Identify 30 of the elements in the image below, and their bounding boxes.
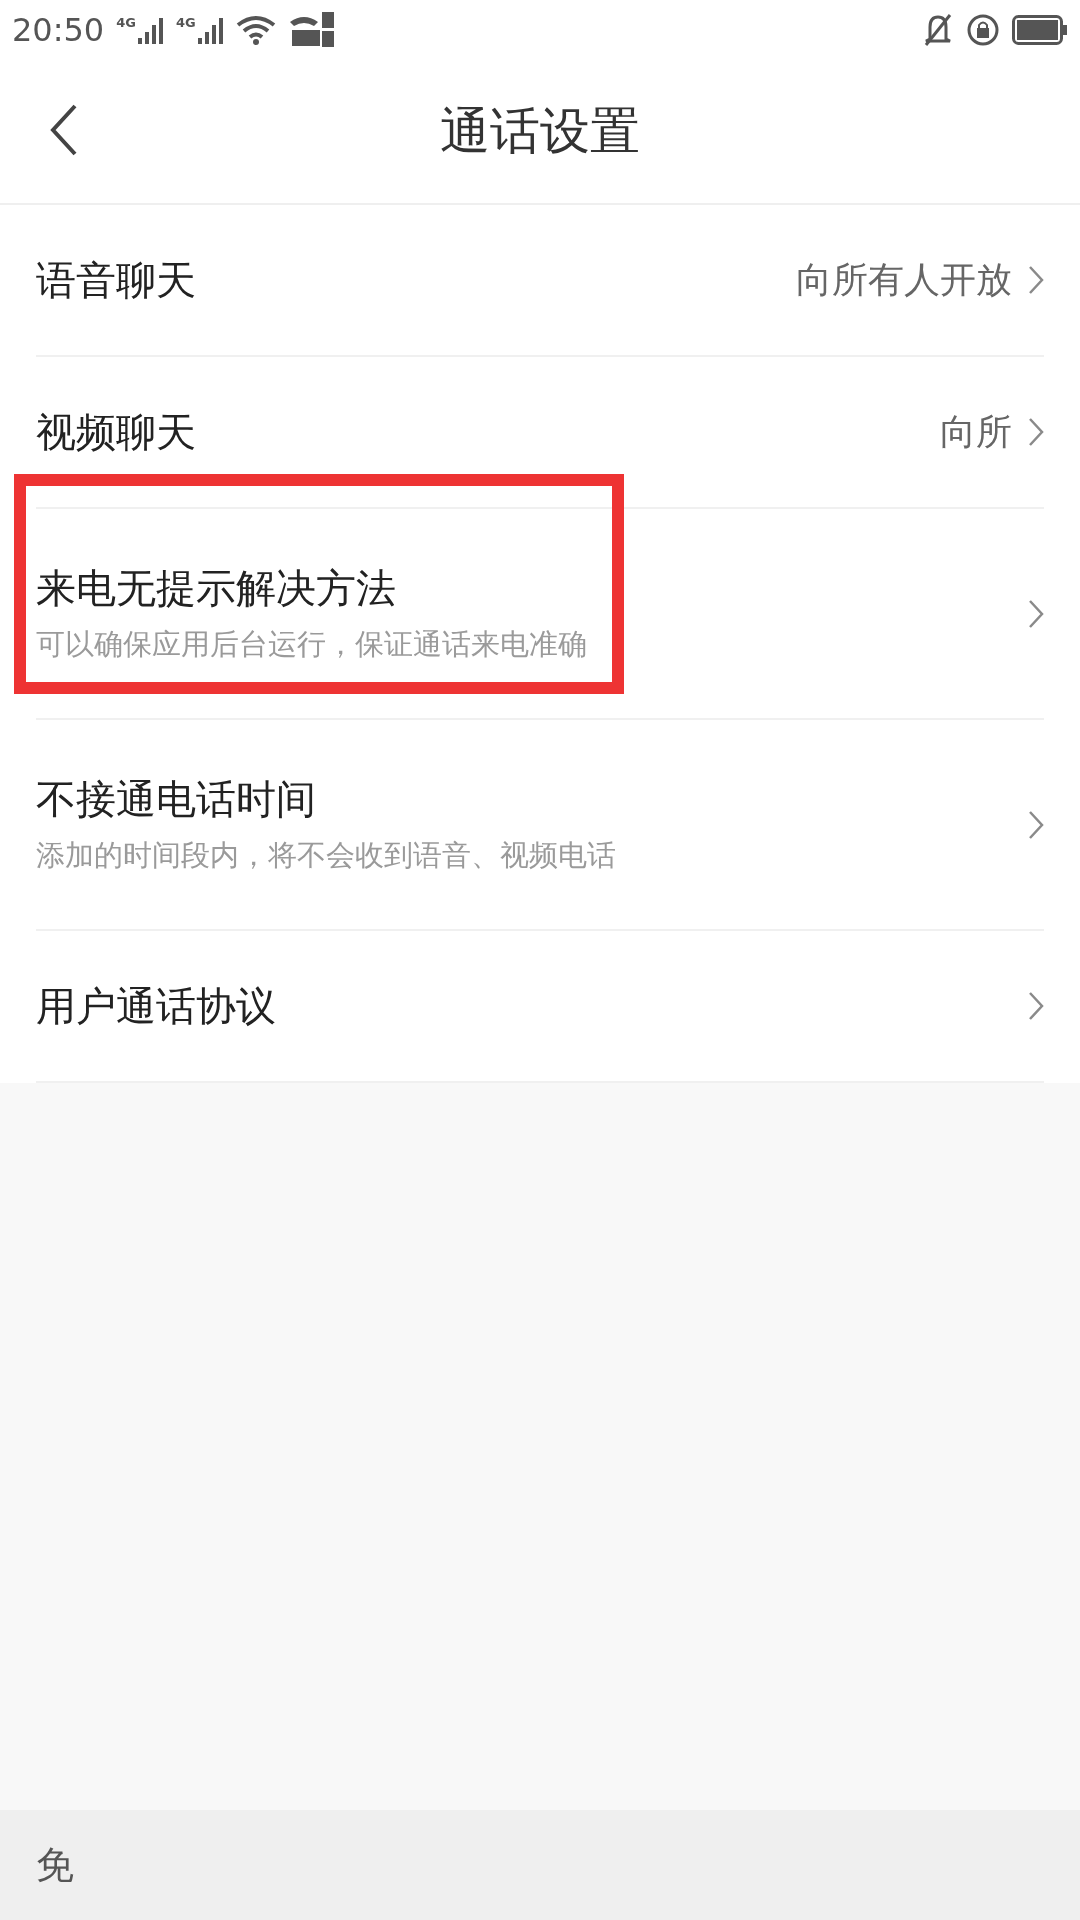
settings-row[interactable]: 不接通电话时间 添加的时间段内，将不会收到语音、视频电话: [36, 720, 1044, 931]
row-subtitle: 可以确保应用后台运行，保证通话来电准确: [36, 630, 587, 659]
row-subtitle: 添加的时间段内，将不会收到语音、视频电话: [36, 841, 616, 870]
row-title: 语音聊天: [36, 260, 196, 300]
bottom-bar-text: 免: [36, 1841, 74, 1889]
chevron-right-icon: [1028, 598, 1044, 629]
row-value: 向所有人开放: [796, 258, 1012, 302]
bell-muted-icon: [922, 13, 954, 47]
page-title: 通话设置: [440, 101, 640, 162]
battery-icon: [1012, 15, 1068, 45]
signal-icon: [137, 16, 164, 44]
status-time: 20:50: [12, 10, 105, 51]
chevron-right-icon: [1028, 417, 1044, 447]
network-label: 4G: [116, 16, 136, 29]
network-label: 4G: [175, 16, 196, 29]
chevron-right-icon: [1028, 265, 1044, 295]
settings-row[interactable]: 用户通话协议: [36, 931, 1044, 1083]
chevron-right-icon: [1028, 991, 1044, 1021]
row-title: 视频聊天: [36, 412, 196, 452]
wifi-icon: [235, 15, 276, 45]
row-title: 用户通话协议: [36, 986, 276, 1026]
signal-icon: [197, 16, 224, 44]
row-title: 不接通电话时间: [36, 779, 317, 819]
settings-row[interactable]: 视频聊天 向所: [36, 357, 1044, 509]
settings-row[interactable]: 来电无提示解决方法 可以确保应用后台运行，保证通话来电准确: [36, 509, 1044, 720]
row-title: 来电无提示解决方法: [36, 568, 397, 608]
settings-row[interactable]: 语音聊天 向所有人开放: [36, 205, 1044, 357]
rotation-lock-icon: [966, 13, 1000, 47]
chevron-right-icon: [1028, 809, 1044, 840]
row-value: 向所: [940, 410, 1012, 454]
